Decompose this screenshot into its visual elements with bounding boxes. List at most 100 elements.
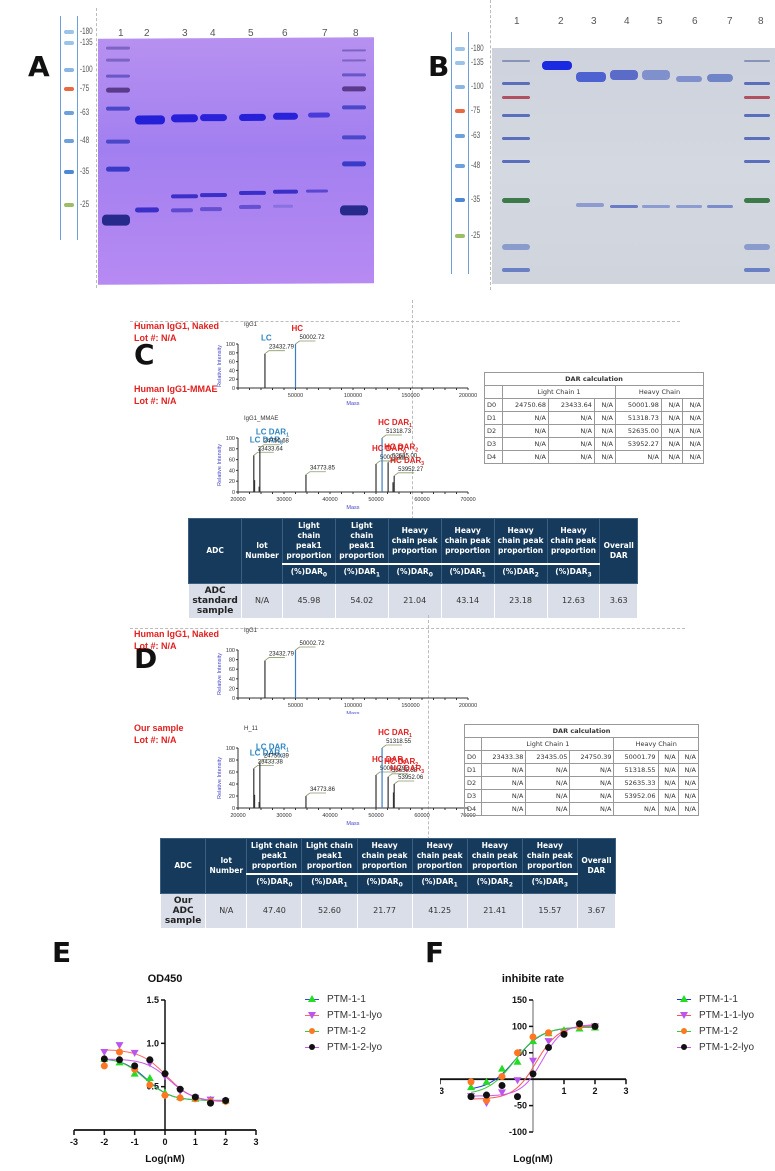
dar-table-cell: D4: [463, 802, 483, 816]
x-tick-label: 20000: [230, 497, 245, 503]
dar-table-cell: N/A: [614, 450, 662, 464]
table-cell: 47.40: [246, 892, 303, 929]
peak-mass-label: 23433.38: [258, 759, 284, 765]
dar-table-cell: N/A: [502, 437, 549, 451]
dar-table-title: DAR calculation: [484, 372, 704, 386]
peak-mass-label: 34773.85: [310, 466, 336, 472]
peak-leader: [393, 780, 415, 785]
column-subheader: (%)DAR2: [493, 563, 548, 584]
dar-table-cell: D1: [463, 763, 483, 777]
dar-table-cell: N/A: [657, 789, 679, 803]
x-tick-label: 40000: [322, 497, 337, 503]
legend-label: PTM-1-2-lyo: [327, 1041, 383, 1053]
table-cell: 3.63: [599, 582, 638, 619]
marker-label: -48: [80, 135, 90, 145]
x-tick-label: 30000: [276, 497, 291, 503]
dar-table-cell: N/A: [525, 802, 571, 816]
mass-spectrum-c-naked: IgG102040608010050000 100000 150000 200000M…: [217, 322, 477, 406]
table-cell: 3.67: [576, 892, 617, 929]
table-cell: N/A: [241, 582, 283, 619]
peak-leader: [305, 471, 326, 476]
dar-table-cell: D3: [463, 789, 483, 803]
data-point-circle: [514, 1049, 521, 1057]
dar-table-cell: N/A: [613, 802, 659, 816]
dar-table-cell: N/A: [502, 450, 549, 464]
marker-label: -25: [80, 199, 90, 209]
chart-title: inhibite rate: [502, 973, 564, 985]
x-tick-label: -1: [131, 1137, 139, 1147]
peak-leader: [264, 657, 285, 661]
y-tick-label: 80: [229, 351, 235, 357]
dar-table-cell: N/A: [569, 789, 615, 803]
dar-table-cell: N/A: [681, 424, 705, 438]
chart-title: OD450: [148, 973, 183, 985]
x-tick-label: 30000: [276, 813, 291, 819]
lane-number: 7: [727, 16, 733, 27]
column-subheader: (%)DAR1: [411, 873, 468, 894]
peak-mass-label: 51318.55: [386, 739, 412, 745]
column-subheader: (%)DAR0: [281, 563, 336, 584]
dar-table-cell: N/A: [681, 411, 705, 425]
dar-table-cell: N/A: [593, 450, 616, 464]
dar-summary-table-d: ADC lot Number Light chain peak1 proportio…: [159, 838, 617, 929]
gel-image-b: [492, 48, 775, 284]
marker-label: -180: [80, 26, 93, 36]
y-tick-label: 1.0: [146, 1038, 159, 1048]
column-header: lot Number: [241, 518, 283, 584]
data-point-circle: [529, 1070, 537, 1078]
marker-label: -180: [471, 43, 484, 53]
dar-table-cell: N/A: [660, 450, 683, 464]
dar-table-cell: 24750.68: [502, 398, 549, 412]
table-cell: 21.41: [466, 892, 523, 929]
dar-table-cell: N/A: [502, 411, 549, 425]
column-header: Heavy chain peak proportion: [356, 838, 413, 875]
legend-marker-icon: [309, 1044, 315, 1050]
y-tick-label: 20: [229, 377, 235, 383]
y-tick-label: -100: [509, 1127, 527, 1137]
lane-number: 5: [657, 16, 663, 27]
legend-label: PTM-1-1: [699, 993, 738, 1005]
column-subheader: (%)DAR1: [440, 563, 495, 584]
table-cell: ADC standard sample: [187, 582, 243, 619]
dar-table-row: D2 N/A N/A N/A 52635.33 N/A N/A: [463, 776, 700, 790]
dar-table-cell: N/A: [547, 411, 595, 425]
mass-spectrum-d-naked: IgG102040608010050000 100000 150000 200000M…: [217, 628, 477, 714]
legend-swatch: [305, 1043, 319, 1051]
legend-marker-icon: [309, 1028, 315, 1034]
peak-mass-label: 24750.68: [264, 439, 290, 445]
x-tick-label: 0: [162, 1137, 167, 1147]
data-point-triangle-down: [513, 1077, 522, 1085]
marker-label: -75: [471, 105, 481, 115]
dar-table-cell: 51318.73: [614, 411, 662, 425]
dar-table-cell: N/A: [660, 398, 683, 412]
divider: [490, 0, 491, 290]
marker-label: -135: [471, 57, 484, 67]
lane-number: 1: [514, 16, 520, 27]
dar-table-row: D0 23433.38 23435.05 24750.39 50001.79 N/A N/A: [463, 750, 700, 764]
table-cell: 23.18: [493, 582, 548, 619]
spectrum-title: IgG1: [244, 628, 258, 634]
data-point-circle: [146, 1081, 154, 1089]
column-header: Light chain peak1 proportion: [301, 838, 358, 875]
x-tick-label: 50000: [368, 497, 383, 503]
dar-table-cell: N/A: [547, 450, 595, 464]
legend-marker-icon: [680, 1012, 688, 1019]
x-tick-label: -3: [440, 1086, 444, 1096]
peak-leader: [305, 792, 326, 797]
peak-leader: [393, 472, 415, 477]
x-axis-label: Mass: [346, 821, 359, 827]
x-tick-label: 3: [623, 1086, 628, 1096]
legend-item: PTM-1-2-lyo: [305, 1039, 382, 1055]
sample-label-adc-d: Our sample Lot #: N/A: [134, 723, 184, 745]
marker-ladder-key-a: [60, 16, 78, 240]
dar-table-cell: N/A: [547, 437, 595, 451]
legend-f: PTM-1-1 PTM-1-1-lyo PTM-1-2 PTM-1-2-lyo: [677, 991, 754, 1055]
legend-item: PTM-1-1: [677, 991, 754, 1007]
y-axis-label: Relative Intensity: [217, 653, 223, 695]
dar-table-row: D1 N/A N/A N/A 51318.55 N/A N/A: [463, 763, 700, 777]
legend-label: PTM-1-1: [327, 993, 366, 1005]
y-axis-label: Relative Intensity: [217, 345, 223, 387]
table-cell: 41.25: [411, 892, 468, 929]
x-tick-label: 70000: [460, 497, 475, 503]
legend-marker-icon: [308, 995, 316, 1002]
